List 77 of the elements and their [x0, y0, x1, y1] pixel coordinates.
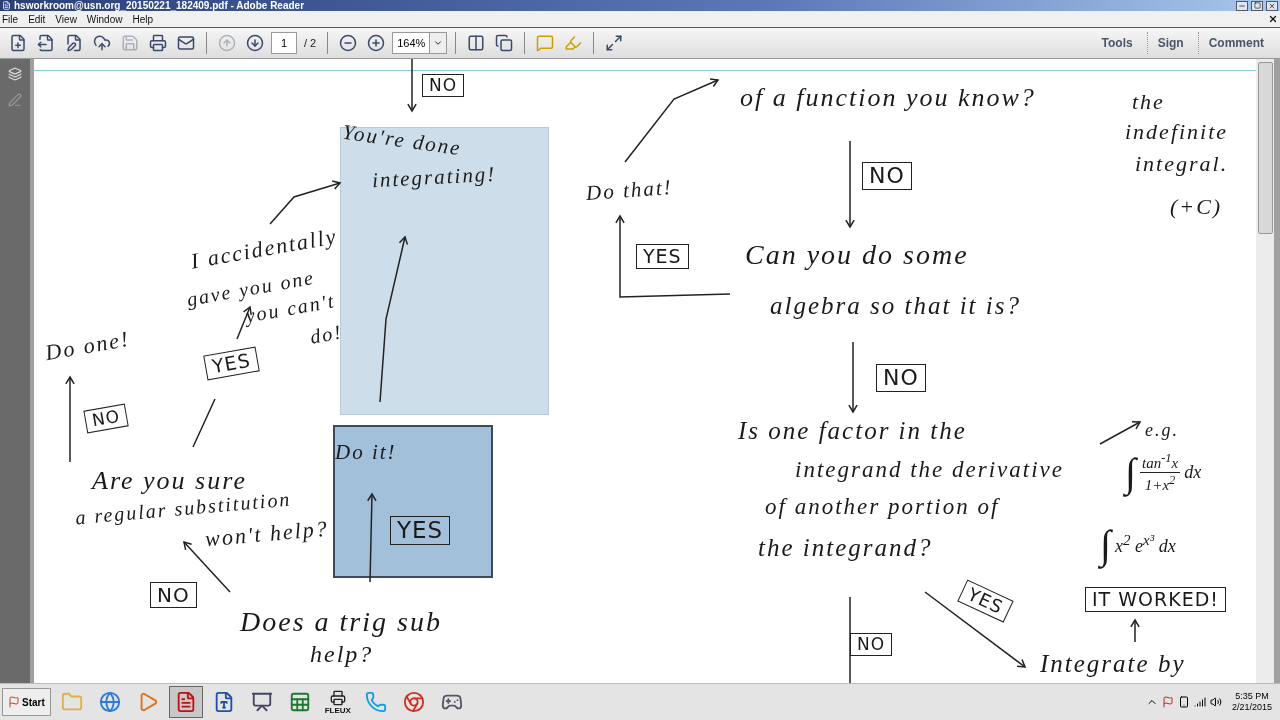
answer-label: YES — [636, 244, 689, 269]
answer-label: NO — [150, 582, 197, 608]
handwritten-text: help? — [310, 641, 374, 668]
maximize-icon — [1253, 2, 1261, 9]
spreadsheet-icon — [288, 691, 311, 713]
volume-icon[interactable] — [1209, 696, 1222, 708]
menu-item[interactable]: Edit — [28, 13, 46, 25]
pane-tab[interactable]: Tools — [1091, 32, 1143, 54]
window-title: hsworkroom@usn.org_20150221_182409.pdf - Adobe Reader — [14, 0, 306, 11]
handwritten-text: the — [1132, 90, 1165, 115]
handwritten-text: Can you do some — [745, 240, 969, 271]
browser-icon — [402, 691, 425, 713]
globe-icon — [98, 691, 121, 713]
close-icon — [1268, 1, 1276, 10]
handwritten-text: e.g. — [1145, 421, 1179, 441]
handwritten-text: integrand the derivative — [795, 457, 1064, 483]
pane-tab[interactable]: Sign — [1146, 32, 1194, 54]
answer-label: NO — [850, 633, 893, 656]
scroll-thumb[interactable] — [1257, 62, 1273, 234]
handwritten-text: Do it! — [335, 441, 397, 465]
handwritten-text: I accidentally — [189, 224, 340, 274]
fraction-denominator: 1+x$^{2}$ — [1144, 473, 1176, 494]
handwritten-text: do! — [308, 320, 345, 348]
handwritten-text: integral. — [1135, 152, 1229, 177]
handwritten-text: Do one! — [43, 326, 132, 366]
handwritten-text: algebra so that it is? — [770, 292, 1021, 320]
taskbar-app[interactable]: FLEUX — [320, 686, 355, 718]
page-number-field[interactable]: 1 — [271, 32, 297, 54]
answer-label: NO — [862, 162, 912, 191]
device-icon[interactable] — [1177, 696, 1190, 708]
minimize-button[interactable] — [1236, 0, 1248, 11]
differential-text: dx — [1184, 462, 1202, 483]
integral-sign: ∫ — [1100, 521, 1111, 568]
handwritten-text: indefinite — [1125, 120, 1229, 145]
maximize-button[interactable] — [1251, 0, 1263, 11]
handwritten-text: Do that! — [585, 176, 674, 206]
close-icon[interactable] — [1268, 14, 1278, 24]
answer-label: IT WORKED! — [1085, 587, 1226, 612]
taskbar-app[interactable] — [168, 686, 203, 718]
formula-text: x$^{2}$ e$^{x³}$ dx — [1114, 532, 1176, 557]
flag-icon — [8, 696, 20, 708]
answer-label: NO — [422, 74, 465, 97]
pages-icon[interactable] — [8, 67, 22, 81]
handwritten-text: You're done — [341, 120, 464, 161]
handwritten-text: Does a trig sub — [240, 607, 442, 638]
phone-icon — [364, 691, 387, 713]
close-button[interactable] — [1266, 0, 1278, 11]
handwritten-text: of another portion of — [765, 494, 1000, 520]
menu-item[interactable]: View — [55, 13, 77, 25]
page-count: / 2 — [304, 37, 317, 49]
handwritten-text: the integrand? — [758, 534, 933, 562]
app-label: FLEUX — [324, 705, 351, 715]
scrollbar[interactable] — [1256, 59, 1274, 683]
start-button[interactable]: Start — [2, 688, 51, 716]
zoom-field[interactable]: 164% — [392, 32, 448, 54]
answer-label: YES — [390, 516, 451, 546]
handwritten-text: Is one factor in the — [738, 417, 967, 445]
pane-tab[interactable]: Comment — [1197, 32, 1274, 54]
handwritten-text: (+C) — [1170, 195, 1223, 220]
app-icon — [2, 1, 11, 10]
handwritten-text: integrating! — [371, 162, 497, 193]
handwritten-text: won't help? — [204, 516, 330, 552]
menu-item[interactable]: Help — [132, 13, 153, 25]
printer-icon — [329, 689, 346, 706]
menu-item[interactable]: File — [2, 13, 19, 25]
integral-sign: ∫ — [1125, 449, 1136, 496]
flag-icon[interactable] — [1161, 696, 1174, 708]
answer-label: NO — [876, 364, 926, 393]
fraction-numerator: tan$^{-1}$x — [1139, 451, 1181, 473]
menu-item[interactable]: Window — [86, 13, 123, 25]
handwritten-text: Are you sure — [92, 467, 247, 495]
folder-icon — [60, 691, 83, 713]
caret-icon — [433, 38, 444, 48]
clock[interactable]: 5:35 PM 2/21/2015 — [1225, 691, 1278, 713]
handwritten-text: of a function you know? — [740, 84, 1036, 113]
slides-icon — [250, 691, 273, 713]
handwritten-text: Integrate by — [1040, 650, 1186, 678]
